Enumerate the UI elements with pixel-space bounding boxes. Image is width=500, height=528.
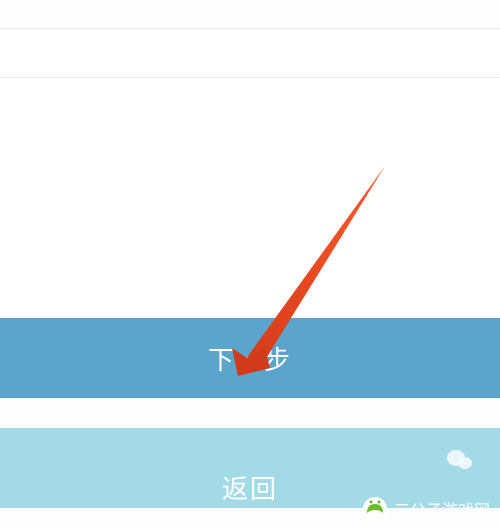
button-gap bbox=[0, 398, 500, 428]
next-step-button[interactable]: 下一步 bbox=[0, 318, 500, 398]
content-spacer bbox=[0, 78, 500, 318]
watermark-text: 三公子游戏网 bbox=[394, 497, 490, 521]
next-step-label: 下一步 bbox=[208, 340, 292, 377]
form-row bbox=[0, 28, 500, 78]
chat-icon bbox=[446, 448, 474, 472]
back-label: 返回 bbox=[222, 469, 278, 506]
